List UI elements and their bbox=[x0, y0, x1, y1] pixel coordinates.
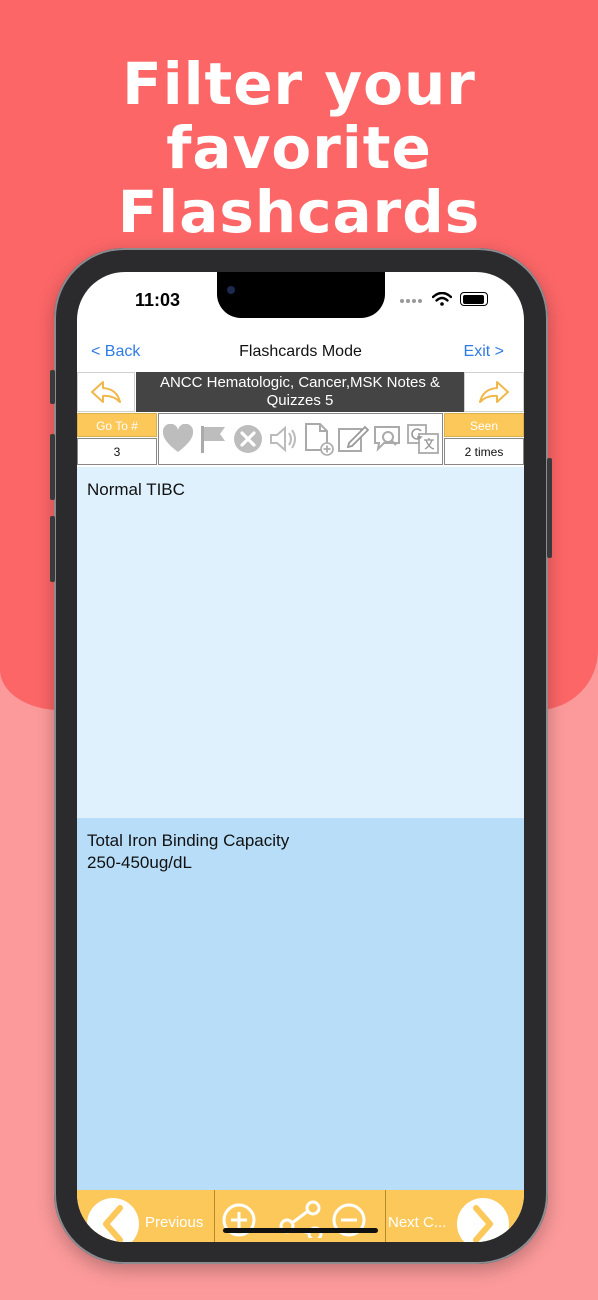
camera-icon bbox=[227, 286, 235, 294]
nav-title: Flashcards Mode bbox=[239, 343, 362, 360]
heart-icon[interactable] bbox=[161, 421, 195, 457]
chevron-right-icon bbox=[473, 1205, 493, 1242]
card-back-text: Total Iron Binding Capacity 250-450ug/dL bbox=[87, 831, 290, 872]
reply-arrow-icon bbox=[91, 381, 121, 403]
signal-dots-icon bbox=[400, 290, 424, 308]
forward-arrow-icon bbox=[479, 381, 509, 403]
seen-label: Seen bbox=[444, 413, 524, 437]
status-time: 11:03 bbox=[135, 290, 181, 310]
notch bbox=[217, 272, 385, 318]
navigation-bar: < Back Flashcards Mode Exit > bbox=[77, 332, 524, 373]
back-button[interactable]: < Back bbox=[91, 343, 140, 361]
goto-input[interactable]: 3 bbox=[77, 438, 157, 465]
goto-label: Go To # bbox=[77, 413, 157, 437]
bottom-separator bbox=[214, 1190, 215, 1242]
close-icon[interactable] bbox=[231, 421, 265, 457]
flag-icon[interactable] bbox=[196, 421, 230, 457]
home-indicator[interactable] bbox=[223, 1228, 378, 1233]
phone-volume-up bbox=[50, 434, 55, 500]
search-comment-icon[interactable] bbox=[371, 421, 405, 457]
previous-deck-button[interactable] bbox=[77, 372, 135, 412]
headline: Filter your favorite Flashcards bbox=[0, 52, 598, 244]
phone-power-button bbox=[547, 458, 552, 558]
chevron-left-icon bbox=[103, 1205, 123, 1242]
toolbar: Go To # 3 Seen 2 times bbox=[77, 413, 524, 467]
headline-line-1: Filter your favorite bbox=[122, 50, 476, 182]
battery-icon bbox=[460, 292, 488, 306]
phone-screen: 11:03 < Back Flashcards Mode Exit > ANCC… bbox=[77, 272, 524, 1242]
deck-title: ANCC Hematologic, Cancer,MSK Notes & Qui… bbox=[136, 372, 464, 412]
wifi-icon bbox=[432, 292, 452, 306]
deck-row: ANCC Hematologic, Cancer,MSK Notes & Qui… bbox=[77, 372, 524, 412]
headline-line-2: Flashcards bbox=[117, 178, 481, 246]
exit-button[interactable]: Exit > bbox=[464, 343, 504, 361]
next-label[interactable]: Next C... bbox=[388, 1214, 446, 1231]
edit-icon[interactable] bbox=[336, 421, 370, 457]
previous-label[interactable]: Previous bbox=[145, 1214, 203, 1231]
card-front-text: Normal TIBC bbox=[87, 480, 185, 499]
seen-count: 2 times bbox=[444, 438, 524, 465]
next-deck-button[interactable] bbox=[464, 372, 524, 412]
next-card-button[interactable] bbox=[457, 1198, 509, 1242]
card-actions-strip bbox=[158, 413, 443, 465]
card-back[interactable]: Total Iron Binding Capacity 250-450ug/dL bbox=[77, 818, 524, 1190]
phone-silent-switch bbox=[50, 370, 55, 404]
phone-volume-down bbox=[50, 516, 55, 582]
previous-card-button[interactable] bbox=[87, 1198, 139, 1242]
translate-icon[interactable] bbox=[406, 421, 440, 457]
status-icons bbox=[400, 290, 488, 308]
speaker-icon[interactable] bbox=[266, 421, 300, 457]
bottom-toolbar: Previous Next C... bbox=[77, 1190, 524, 1242]
card-front[interactable]: Normal TIBC bbox=[77, 467, 524, 818]
add-document-icon[interactable] bbox=[301, 421, 335, 457]
bottom-separator bbox=[385, 1190, 386, 1242]
